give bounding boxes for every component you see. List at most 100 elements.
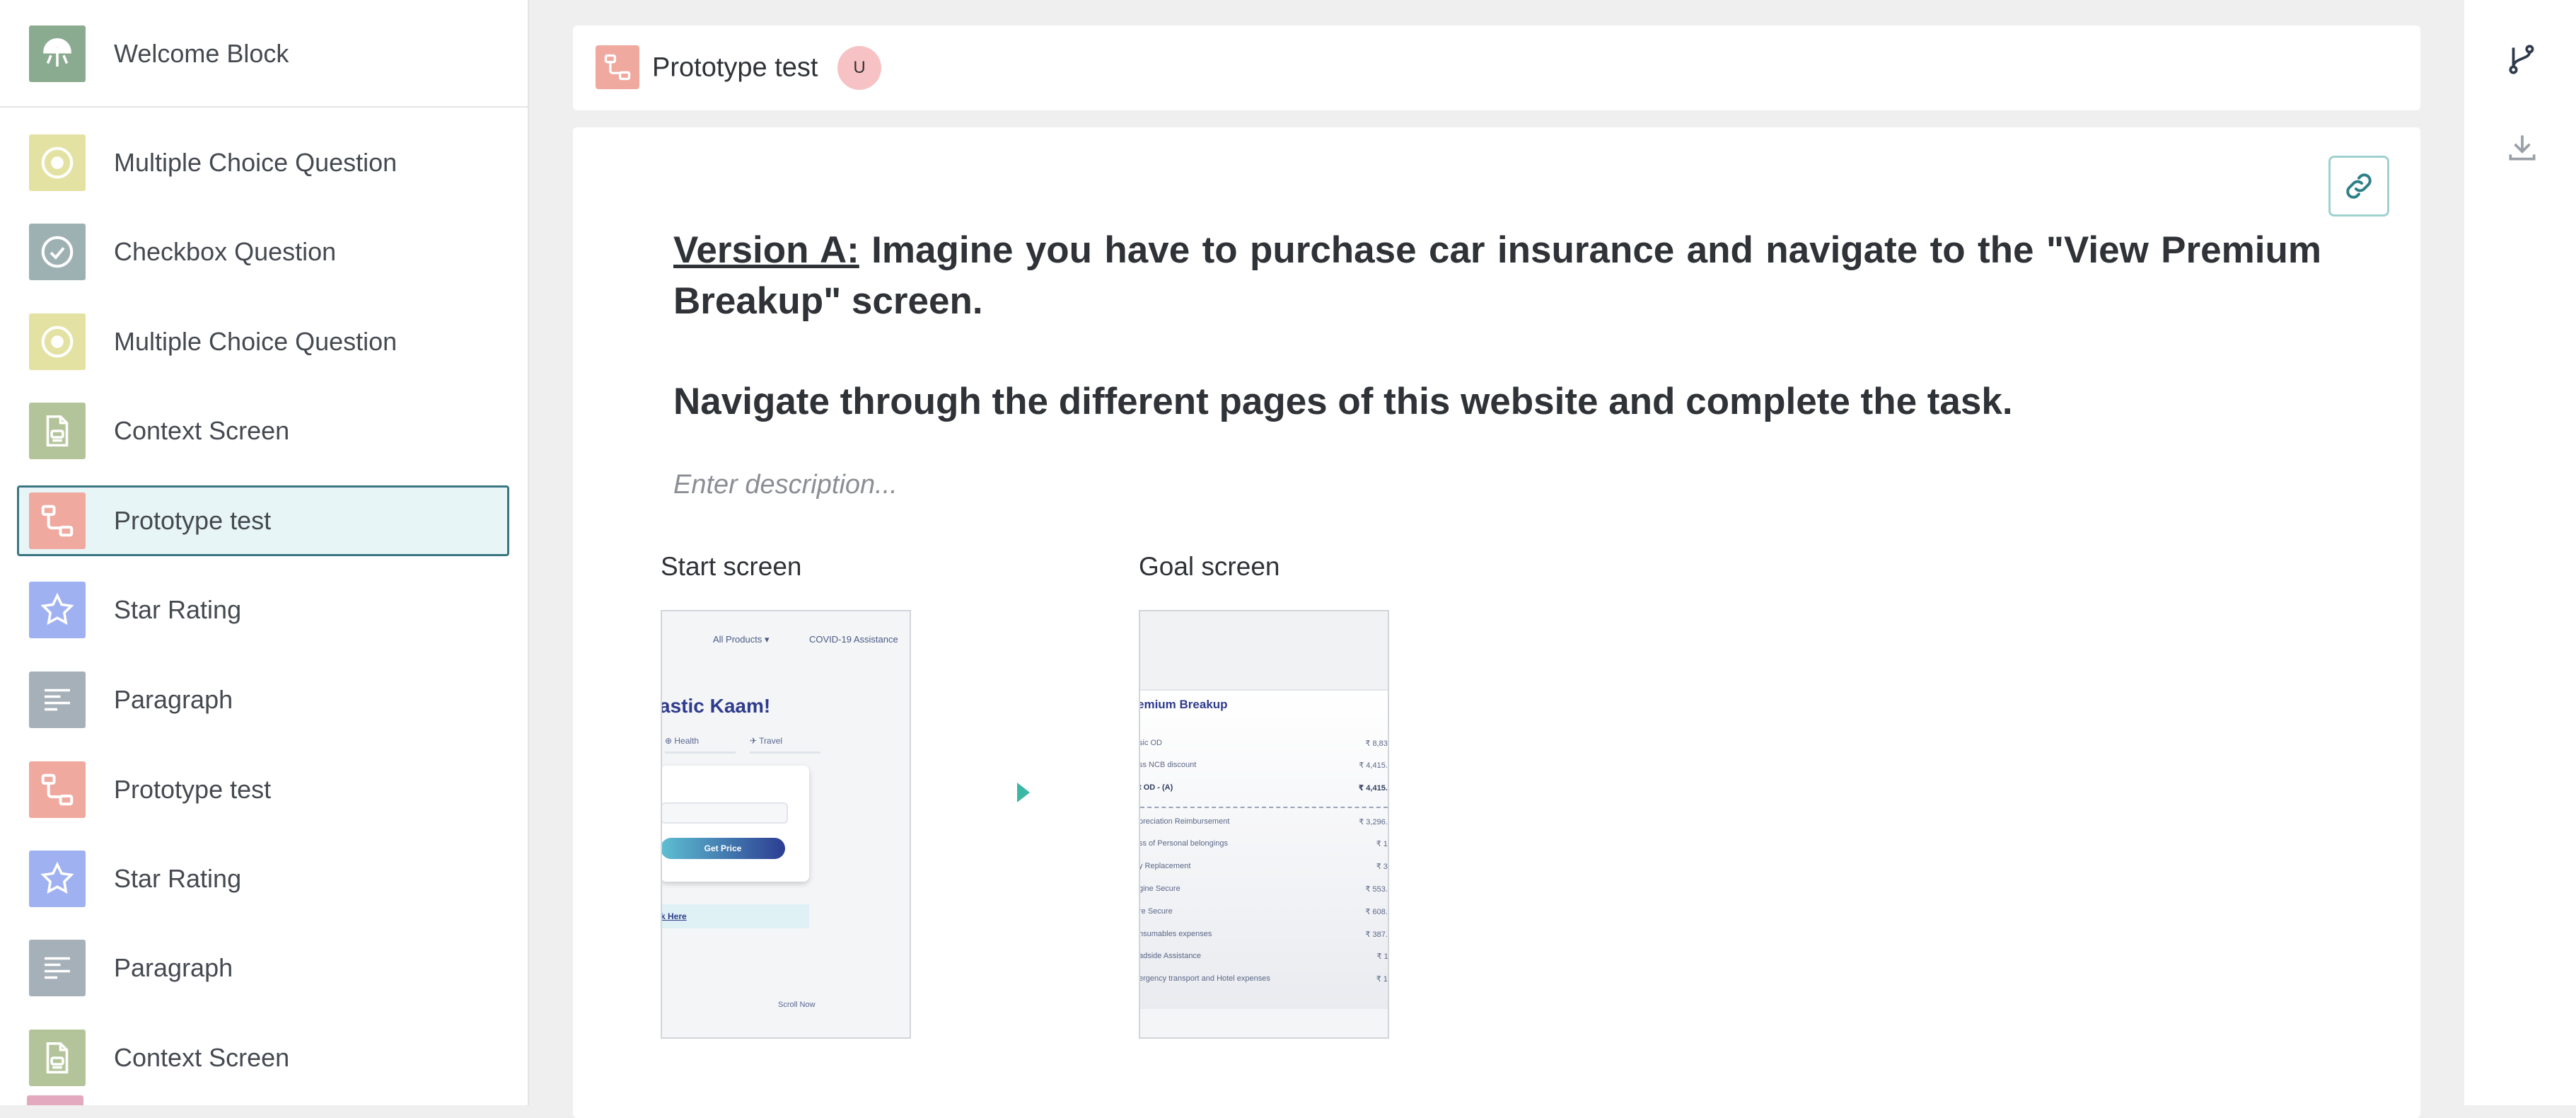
question-line-2[interactable]: Navigate through the different pages of … <box>673 376 2321 427</box>
sidebar-item-multiple-choice[interactable]: Multiple Choice Question <box>17 306 509 377</box>
document-icon <box>29 1030 86 1086</box>
sidebar-item-welcome-block[interactable]: Welcome Block <box>0 0 528 108</box>
premium-row-value: ₹ 3,296.7 <box>1359 818 1389 826</box>
sidebar-item-context-screen[interactable]: Context Screen <box>17 396 509 466</box>
star-icon <box>29 582 86 638</box>
quote-field <box>662 802 788 824</box>
premium-row: ss of Personal belongings ₹ 13 <box>1139 839 1388 848</box>
sidebar-item-label: Star Rating <box>114 864 242 893</box>
branch-logic-button[interactable] <box>2502 40 2542 79</box>
sidebar-item-label: Paragraph <box>114 953 233 982</box>
sidebar-item-label: Multiple Choice Question <box>114 327 398 356</box>
radio-icon <box>29 313 86 370</box>
radio-icon <box>29 134 86 191</box>
sidebar: Welcome Block Multiple Choice Question C… <box>0 0 529 1105</box>
premium-row: gine Secure ₹ 553.4 <box>1139 884 1388 894</box>
branch-icon <box>2509 45 2534 74</box>
download-button[interactable] <box>2502 127 2542 167</box>
paragraph-icon <box>29 940 86 996</box>
premium-row-label: t OD - (A) <box>1139 783 1173 792</box>
sidebar-item-partial[interactable] <box>27 1095 83 1105</box>
sidebar-item-checkbox-question[interactable]: Checkbox Question <box>17 217 509 287</box>
premium-row: preciation Reimbursement ₹ 3,296.7 <box>1139 817 1389 826</box>
nav-covid: COVID-19 Assistance <box>809 634 898 645</box>
question-text[interactable]: Version A: Imagine you have to purchase … <box>673 225 2321 327</box>
flow-icon <box>29 492 86 549</box>
block-header: Prototype test U <box>573 25 2420 110</box>
goal-screen-thumbnail[interactable]: emium Breakup sic OD ₹ 8,830 ss NCB discou… <box>1139 610 1389 1039</box>
sidebar-item-label: Context Screen <box>114 1043 290 1072</box>
premium-row-value: ₹ 4,415.0 <box>1358 784 1389 793</box>
sidebar-item-context-screen[interactable]: Context Screen <box>17 1022 509 1093</box>
chip-health: ⊕ Health <box>665 736 736 754</box>
goal-title: emium Breakup <box>1139 698 1228 711</box>
star-icon <box>29 851 86 907</box>
premium-row: t OD - (A) ₹ 4,415.0 <box>1139 783 1389 793</box>
download-icon <box>2509 135 2536 161</box>
premium-row: adside Assistance ₹ 11 <box>1139 952 1388 961</box>
welcome-icon <box>29 25 86 82</box>
copy-link-button[interactable] <box>2328 156 2389 217</box>
premium-row-value: ₹ 12 <box>1376 975 1388 984</box>
premium-row-label: gine Secure <box>1139 884 1180 893</box>
block-title: Prototype test <box>652 52 818 83</box>
premium-row-label: ergency transport and Hotel expenses <box>1139 974 1270 983</box>
flow-arrow-icon <box>1017 783 1030 802</box>
click-here-link: k Here <box>662 904 809 928</box>
premium-row-label: preciation Reimbursement <box>1139 817 1230 826</box>
premium-row: nsumables expenses ₹ 387.4 <box>1139 930 1388 939</box>
flow-icon <box>29 761 86 818</box>
premium-row: re Secure ₹ 608.7 <box>1139 907 1388 916</box>
hero-text: astic Kaam! <box>661 695 771 717</box>
sidebar-item-multiple-choice[interactable]: Multiple Choice Question <box>17 127 509 198</box>
premium-row-value: ₹ 387.4 <box>1365 930 1388 939</box>
check-circle-icon <box>29 224 86 280</box>
premium-row-value: ₹ 553.4 <box>1365 885 1388 894</box>
sidebar-item-paragraph[interactable]: Paragraph <box>17 933 509 1003</box>
premium-row-label: ss of Personal belongings <box>1139 839 1228 848</box>
sidebar-item-label: Multiple Choice Question <box>114 148 398 177</box>
premium-row-label: adside Assistance <box>1139 952 1202 960</box>
premium-row-label: sic OD <box>1139 739 1162 747</box>
scroll-now: Scroll Now <box>778 1001 816 1009</box>
sidebar-item-label: Prototype test <box>114 506 272 535</box>
sidebar-item-star-rating[interactable]: Star Rating <box>17 575 509 645</box>
premium-row-value: ₹ 608.7 <box>1365 908 1388 916</box>
welcome-item[interactable]: Welcome Block <box>17 18 509 89</box>
premium-row-value: ₹ 4,415.0 <box>1359 761 1389 770</box>
premium-row-label: nsumables expenses <box>1139 930 1212 938</box>
chip-travel: ✈ Travel <box>750 736 820 754</box>
premium-row: ergency transport and Hotel expenses ₹ 12 <box>1139 974 1388 984</box>
premium-row: y Replacement ₹ 31 <box>1139 862 1388 871</box>
premium-row-value: ₹ 31 <box>1376 863 1388 871</box>
sidebar-item-label: Welcome Block <box>114 39 289 68</box>
sidebar-item-label: Context Screen <box>114 416 290 445</box>
premium-row-label: y Replacement <box>1139 862 1191 870</box>
link-icon <box>2346 173 2372 199</box>
premium-row-value: ₹ 11 <box>1376 952 1388 961</box>
goal-divider <box>1140 807 1388 808</box>
goal-header <box>1140 611 1388 691</box>
sidebar-item-prototype-test[interactable]: Prototype test <box>17 485 509 556</box>
sidebar-item-paragraph[interactable]: Paragraph <box>17 664 509 735</box>
sidebar-item-label: Star Rating <box>114 595 242 624</box>
paragraph-icon <box>29 672 86 728</box>
sidebar-item-star-rating[interactable]: Star Rating <box>17 843 509 914</box>
start-screen-thumbnail[interactable]: All Products ▾ COVID-19 Assistance astic… <box>661 610 911 1039</box>
description-input[interactable]: Enter description... <box>673 470 898 500</box>
get-price-button: Get Price <box>662 838 785 859</box>
premium-row-value: ₹ 8,830 <box>1365 739 1388 748</box>
avatar[interactable]: U <box>837 46 881 90</box>
sidebar-item-prototype-test[interactable]: Prototype test <box>17 754 509 825</box>
premium-row-label: ss NCB discount <box>1139 761 1197 769</box>
version-label: Version A: <box>673 229 859 271</box>
sidebar-item-label: Checkbox Question <box>114 237 337 266</box>
premium-row: sic OD ₹ 8,830 <box>1139 739 1388 748</box>
premium-row: ss NCB discount ₹ 4,415.0 <box>1139 761 1389 770</box>
sidebar-item-label: Prototype test <box>114 775 272 804</box>
flow-icon <box>596 45 639 89</box>
premium-row-label: re Secure <box>1139 907 1173 916</box>
start-screen-label: Start screen <box>661 552 802 581</box>
goal-screen-label: Goal screen <box>1139 552 1280 581</box>
nav-products: All Products ▾ <box>713 634 770 645</box>
